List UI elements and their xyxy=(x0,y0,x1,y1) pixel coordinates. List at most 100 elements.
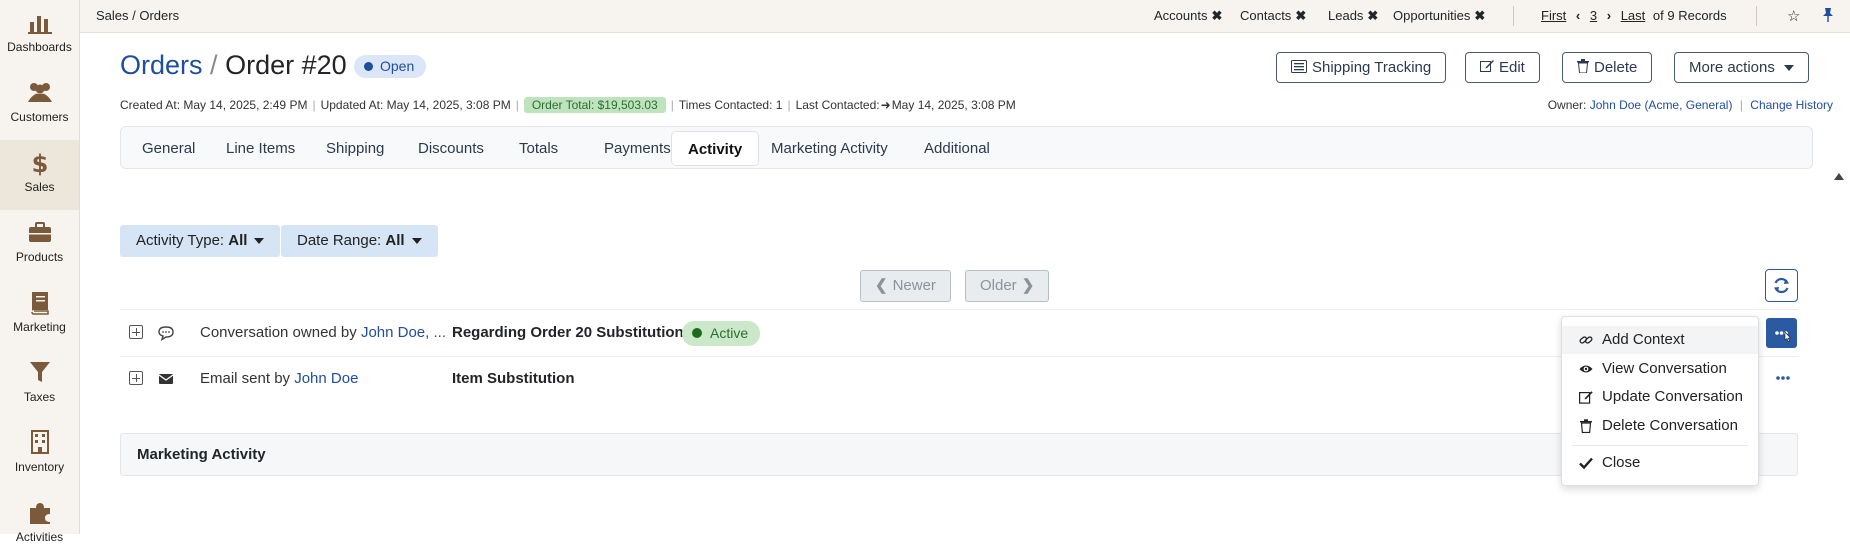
menu-item-close[interactable]: Close xyxy=(1562,449,1758,477)
chevron-right-icon[interactable]: › xyxy=(1607,8,1611,23)
created-at: Created At: May 14, 2025, 2:49 PM xyxy=(120,98,308,112)
tab-shipping[interactable]: Shipping xyxy=(310,131,400,166)
more-actions-button[interactable]: More actions xyxy=(1674,52,1809,83)
ellipsis-icon xyxy=(1776,376,1790,380)
sidebar-item-products[interactable]: Products xyxy=(0,210,79,280)
edit-label: Edit xyxy=(1499,59,1525,76)
sidebar-item-dashboards[interactable]: Dashboards xyxy=(0,0,79,70)
pager-current-page: 3 xyxy=(1589,8,1598,23)
owner-info: Owner: John Doe (Acme, General) | Change… xyxy=(1547,98,1833,112)
activity-desc-text: Conversation owned by xyxy=(200,324,357,341)
date-range-filter[interactable]: Date Range: All xyxy=(281,225,438,257)
tab-general[interactable]: General xyxy=(126,131,211,166)
tab-additional[interactable]: Additional xyxy=(908,131,1006,166)
sidebar-item-label: Marketing xyxy=(13,320,66,334)
more-actions-label: More actions xyxy=(1689,59,1775,76)
menu-item-view-conversation[interactable]: View Conversation xyxy=(1562,355,1758,383)
older-button[interactable]: Older ❯ xyxy=(965,270,1050,302)
quick-tab-contacts[interactable]: Contacts ✖ xyxy=(1240,8,1306,24)
newer-button[interactable]: ❮ Newer xyxy=(860,270,951,302)
activity-person-link[interactable]: John Doe, ... xyxy=(361,324,446,341)
activity-subject[interactable]: Regarding Order 20 Substitution xyxy=(452,324,684,341)
tab-discounts[interactable]: Discounts xyxy=(402,131,500,166)
chevron-right-icon: ❯ xyxy=(1021,277,1035,294)
quick-tab-leads[interactable]: Leads ✖ xyxy=(1328,8,1378,24)
sidebar-item-activities[interactable]: Activities xyxy=(0,490,79,560)
delete-button[interactable]: Delete xyxy=(1562,52,1653,83)
marketing-activity-section[interactable]: Marketing Activity xyxy=(120,433,1798,476)
activity-subject[interactable]: Item Substitution xyxy=(452,370,575,387)
puzzle-icon xyxy=(29,503,50,524)
close-icon[interactable]: ✖ xyxy=(1367,8,1378,23)
star-icon[interactable]: ☆ xyxy=(1787,7,1800,25)
module-link[interactable]: Orders xyxy=(120,50,203,80)
updated-at: Updated At: May 14, 2025, 3:08 PM xyxy=(320,98,511,112)
shipping-tracking-button[interactable]: Shipping Tracking xyxy=(1276,52,1447,83)
scroll-up-arrow-icon[interactable] xyxy=(1834,173,1844,180)
menu-item-delete-conversation[interactable]: Delete Conversation xyxy=(1562,412,1758,440)
activity-row[interactable]: Conversation owned by John Doe, ... Rega… xyxy=(120,312,1800,356)
quick-tab-opportunities[interactable]: Opportunities ✖ xyxy=(1393,8,1485,24)
book-icon xyxy=(30,292,49,315)
pager-first-link[interactable]: First xyxy=(1541,8,1566,23)
last-contacted-value: May 14, 2025, 3:08 PM xyxy=(891,98,1016,112)
tab-marketing-activity[interactable]: Marketing Activity xyxy=(755,131,904,166)
menu-divider xyxy=(1572,445,1748,446)
envelope-icon xyxy=(158,374,174,384)
order-total-badge: Order Total: $19,503.03 xyxy=(523,97,666,113)
status-badge: Open xyxy=(354,55,427,78)
last-contacted-label: Last Contacted: xyxy=(795,98,880,112)
pager-last-link[interactable]: Last xyxy=(1621,8,1646,23)
pencil-square-icon xyxy=(1480,60,1494,72)
row-actions-button[interactable] xyxy=(1771,370,1795,386)
sidebar-item-label: Taxes xyxy=(23,390,56,404)
owner-link[interactable]: John Doe (Acme, General) xyxy=(1590,98,1733,112)
breadcrumb: Sales / Orders xyxy=(96,8,180,23)
refresh-button[interactable] xyxy=(1765,269,1798,302)
edit-button[interactable]: Edit xyxy=(1465,52,1540,83)
activity-type-label: Activity Type: xyxy=(136,232,225,249)
pencil-square-icon xyxy=(1579,391,1593,404)
briefcase-icon xyxy=(28,222,51,242)
menu-item-add-context[interactable]: Add Context xyxy=(1562,326,1758,354)
sidebar-item-marketing[interactable]: Marketing xyxy=(0,280,79,350)
expand-icon[interactable] xyxy=(129,371,143,385)
sidebar-item-customers[interactable]: Customers xyxy=(0,70,79,140)
caret-down-icon xyxy=(411,238,422,245)
quick-tab-label: Accounts xyxy=(1154,8,1208,23)
row-actions-button-active[interactable] xyxy=(1766,318,1797,348)
menu-item-update-conversation[interactable]: Update Conversation xyxy=(1562,383,1758,411)
sidebar-item-sales[interactable]: $ Sales xyxy=(0,140,79,210)
pin-icon[interactable] xyxy=(1821,7,1835,27)
menu-item-label: Update Conversation xyxy=(1602,388,1743,405)
trash-icon xyxy=(1580,419,1592,433)
change-history-link[interactable]: Change History xyxy=(1750,98,1833,112)
tab-line-items[interactable]: Line Items xyxy=(210,131,311,166)
close-icon[interactable]: ✖ xyxy=(1474,8,1485,23)
top-bar: Sales / Orders Accounts ✖ Contacts ✖ Leads… xyxy=(80,0,1850,33)
record-tabs: General Line Items Shipping Discounts To… xyxy=(120,126,1813,169)
date-range-value: All xyxy=(385,232,405,249)
sidebar-item-label: Customers xyxy=(10,110,69,124)
sidebar: Dashboards Customers $ Sales Products Ma… xyxy=(0,0,80,544)
page-title: Orders / Order #20 xyxy=(120,50,347,81)
sidebar-item-inventory[interactable]: Inventory xyxy=(0,420,79,490)
activity-row[interactable]: Email sent by John Doe Item Substitution xyxy=(120,358,1800,402)
expand-icon[interactable] xyxy=(129,325,143,339)
activity-person-link[interactable]: John Doe xyxy=(294,370,358,387)
quick-tab-accounts[interactable]: Accounts ✖ xyxy=(1154,8,1222,24)
record-title: Order #20 xyxy=(225,50,347,80)
sidebar-item-taxes[interactable]: Taxes xyxy=(0,350,79,420)
tab-totals[interactable]: Totals xyxy=(503,131,574,166)
older-label: Older xyxy=(980,277,1017,294)
sidebar-item-label: Products xyxy=(15,250,64,264)
chevron-left-icon[interactable]: ‹ xyxy=(1576,8,1580,23)
tab-activity[interactable]: Activity xyxy=(671,131,760,166)
delete-label: Delete xyxy=(1594,59,1638,76)
status-dot-icon xyxy=(364,62,373,71)
refresh-icon xyxy=(1774,277,1789,294)
activity-type-filter[interactable]: Activity Type: All xyxy=(120,225,281,257)
close-icon[interactable]: ✖ xyxy=(1211,8,1222,23)
activity-description: Email sent by John Doe xyxy=(200,370,358,387)
close-icon[interactable]: ✖ xyxy=(1295,8,1306,23)
